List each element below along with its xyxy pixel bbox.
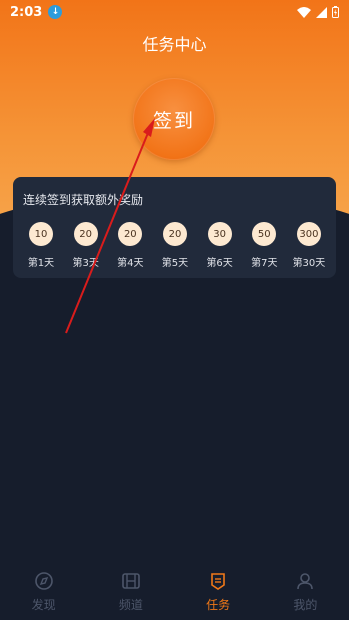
- reward-day-label: 第3天: [72, 258, 99, 269]
- reward-coin: 10: [29, 222, 53, 246]
- tab-label: 发现: [31, 598, 56, 612]
- reward-coin: 300: [296, 222, 321, 246]
- download-icon: ↓: [48, 5, 63, 19]
- reward-days: 10 第1天 20 第3天 20 第4天 20 第5天 30 第6天 50 第7…: [21, 222, 329, 269]
- tab-label: 我的: [293, 598, 318, 612]
- reward-day: 20 第5天: [155, 222, 195, 269]
- reward-card: 连续签到获取额外奖励 10 第1天 20 第3天 20 第4天 20 第5天 3…: [13, 177, 336, 278]
- reward-day-label: 第5天: [161, 258, 189, 269]
- bottom-tab-bar: 发现 频道 任务 我的: [0, 563, 349, 620]
- reward-day: 30 第6天: [200, 222, 240, 269]
- status-icons: [297, 6, 339, 18]
- signal-icon: [316, 6, 327, 18]
- reward-day: 50 第7天: [244, 222, 284, 269]
- page-title: 任务中心: [142, 35, 207, 54]
- reward-coin: 20: [73, 222, 98, 246]
- reward-coin: 20: [118, 222, 143, 246]
- reward-day-label: 第1天: [27, 258, 55, 269]
- reward-day-label: 第7天: [251, 258, 278, 269]
- person-icon: [297, 573, 314, 590]
- reward-day-label: 第30天: [292, 258, 326, 269]
- sign-in-button[interactable]: 签到: [133, 78, 215, 160]
- tab-discover[interactable]: 发现: [0, 563, 87, 620]
- status-bar: 2:03 ↓: [0, 0, 349, 24]
- wifi-icon: [297, 6, 311, 18]
- battery-icon: [332, 6, 339, 18]
- reward-day: 300 第30天: [289, 222, 329, 269]
- reward-day-label: 第4天: [117, 258, 144, 269]
- reward-day-label: 第6天: [206, 258, 233, 269]
- reward-day: 20 第4天: [110, 222, 150, 269]
- film-icon: [122, 573, 140, 589]
- reward-coin: 30: [207, 222, 232, 246]
- tab-label: 任务: [206, 598, 231, 612]
- compass-icon: [34, 572, 53, 590]
- tab-mine[interactable]: 我的: [262, 563, 349, 620]
- task-icon: [211, 573, 225, 590]
- tab-label: 频道: [118, 598, 143, 612]
- reward-day: 10 第1天: [21, 222, 61, 269]
- status-time: 2:03: [10, 4, 43, 20]
- reward-coin: 50: [252, 222, 277, 246]
- tab-channel[interactable]: 频道: [87, 563, 174, 620]
- reward-day: 20 第3天: [66, 222, 106, 269]
- reward-coin: 20: [162, 222, 187, 246]
- reward-card-title: 连续签到获取额外奖励: [23, 193, 144, 207]
- tab-task[interactable]: 任务: [175, 563, 262, 620]
